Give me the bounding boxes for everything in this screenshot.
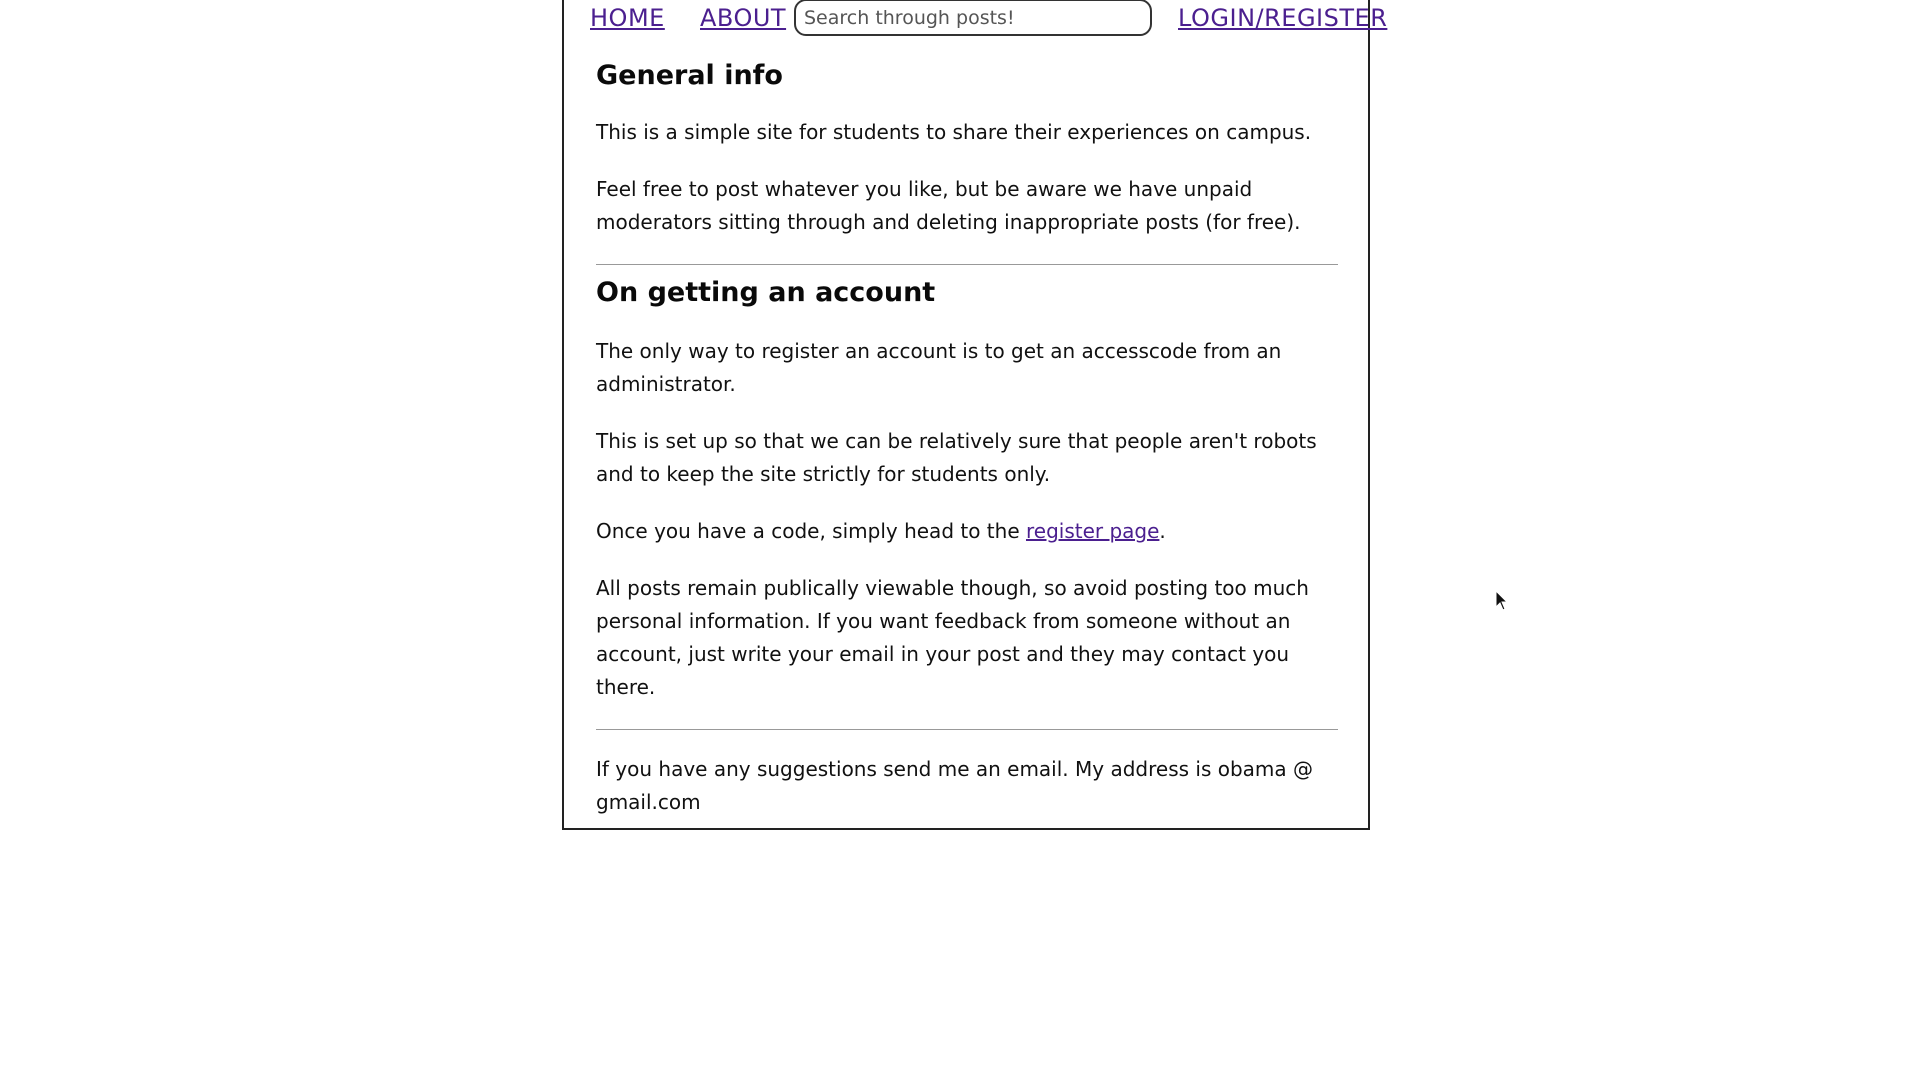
mouse-pointer-icon bbox=[1495, 590, 1509, 611]
register-page-link[interactable]: register page bbox=[1026, 519, 1159, 543]
account-paragraph: The only way to register an account is t… bbox=[596, 339, 1282, 396]
register-text-after: . bbox=[1159, 519, 1166, 543]
main-content: General info This is a simple site for s… bbox=[596, 58, 1338, 819]
section-divider bbox=[596, 264, 1338, 265]
content-card: HOME ABOUT LOGIN/REGISTER General info T… bbox=[562, 0, 1387, 830]
search-input[interactable] bbox=[794, 0, 1152, 36]
account-paragraph-register: Once you have a code, simply head to the… bbox=[596, 515, 1338, 548]
nav-login-register-link[interactable]: LOGIN/REGISTER bbox=[1178, 4, 1387, 32]
nav-about-link[interactable]: ABOUT bbox=[700, 4, 786, 32]
account-paragraph: This is set up so that we can be relativ… bbox=[596, 429, 1317, 486]
account-heading: On getting an account bbox=[596, 277, 936, 308]
general-info-paragraph: Feel free to post whatever you like, but… bbox=[596, 177, 1301, 234]
account-paragraph: All posts remain publically viewable tho… bbox=[596, 576, 1309, 699]
contact-paragraph: If you have any suggestions send me an e… bbox=[596, 757, 1314, 814]
general-info-heading: General info bbox=[596, 60, 783, 91]
top-nav: HOME ABOUT LOGIN/REGISTER bbox=[564, 0, 1387, 40]
general-info-paragraph: This is a simple site for students to sh… bbox=[596, 120, 1312, 144]
register-text-before: Once you have a code, simply head to the bbox=[596, 519, 1026, 543]
section-divider bbox=[596, 729, 1338, 730]
nav-home-link[interactable]: HOME bbox=[590, 4, 665, 32]
